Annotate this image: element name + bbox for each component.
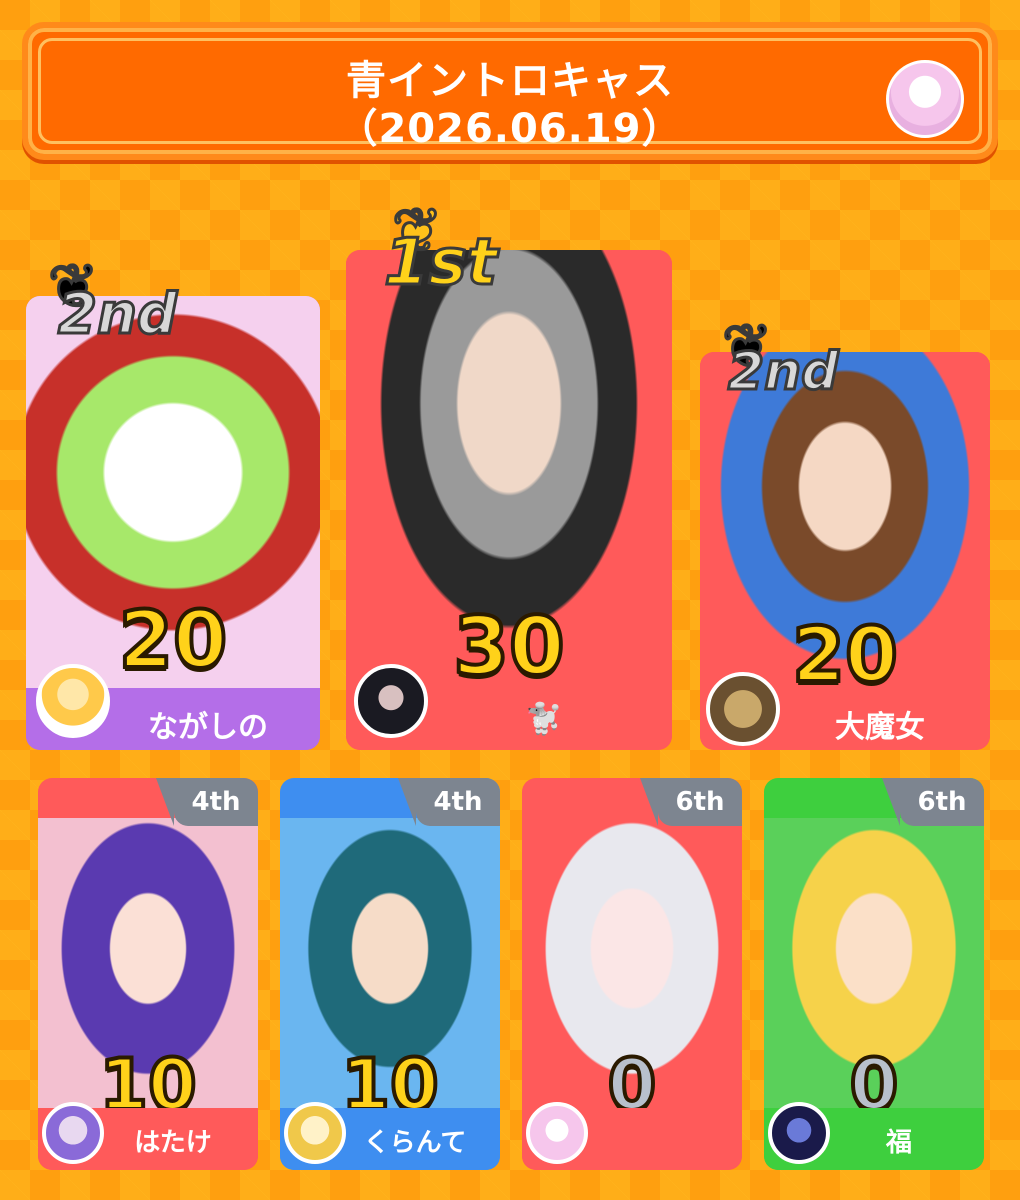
- title-banner: 青イントロキャス （2026.06.19）: [22, 22, 998, 160]
- player-avatar: [706, 672, 780, 746]
- player-avatar: [284, 1102, 346, 1164]
- result-card-6th-a[interactable]: 0 6th: [522, 778, 742, 1170]
- player-name: 福: [885, 1128, 912, 1158]
- player-avatar: [42, 1102, 104, 1164]
- player-avatar: [526, 1102, 588, 1164]
- player-name: 大魔女: [835, 710, 925, 745]
- player-name: くらんて: [363, 1128, 467, 1158]
- host-avatar[interactable]: [886, 60, 964, 138]
- result-card-6th-b[interactable]: 0 福 6th: [764, 778, 984, 1170]
- result-card-2nd-left[interactable]: 20 ながしの: [26, 296, 320, 750]
- rank-tag: 6th: [640, 778, 742, 826]
- player-avatar: [354, 664, 428, 738]
- player-avatar: [36, 664, 110, 738]
- player-name: はたけ: [134, 1128, 212, 1158]
- rank-medal-2nd: ❦ 2nd: [720, 311, 872, 422]
- rank-medal-1st: ❦ 1st: [372, 195, 552, 326]
- player-name: ながしの: [148, 710, 268, 745]
- rank-label: 1st: [382, 225, 498, 302]
- result-card-4th-b[interactable]: 10 くらんて 4th: [280, 778, 500, 1170]
- rank-label: 2nd: [57, 281, 179, 349]
- player-avatar: [768, 1102, 830, 1164]
- rank-medal-2nd: ❦ 2nd: [46, 251, 198, 362]
- result-card-4th-a[interactable]: 10 はたけ 4th: [38, 778, 258, 1170]
- rank-label: 2nd: [726, 341, 839, 404]
- rank-tag: 4th: [156, 778, 258, 826]
- event-date: （2026.06.19）: [337, 106, 683, 152]
- rank-tag: 4th: [398, 778, 500, 826]
- player-name: 🐩: [525, 702, 563, 737]
- rank-tag: 6th: [882, 778, 984, 826]
